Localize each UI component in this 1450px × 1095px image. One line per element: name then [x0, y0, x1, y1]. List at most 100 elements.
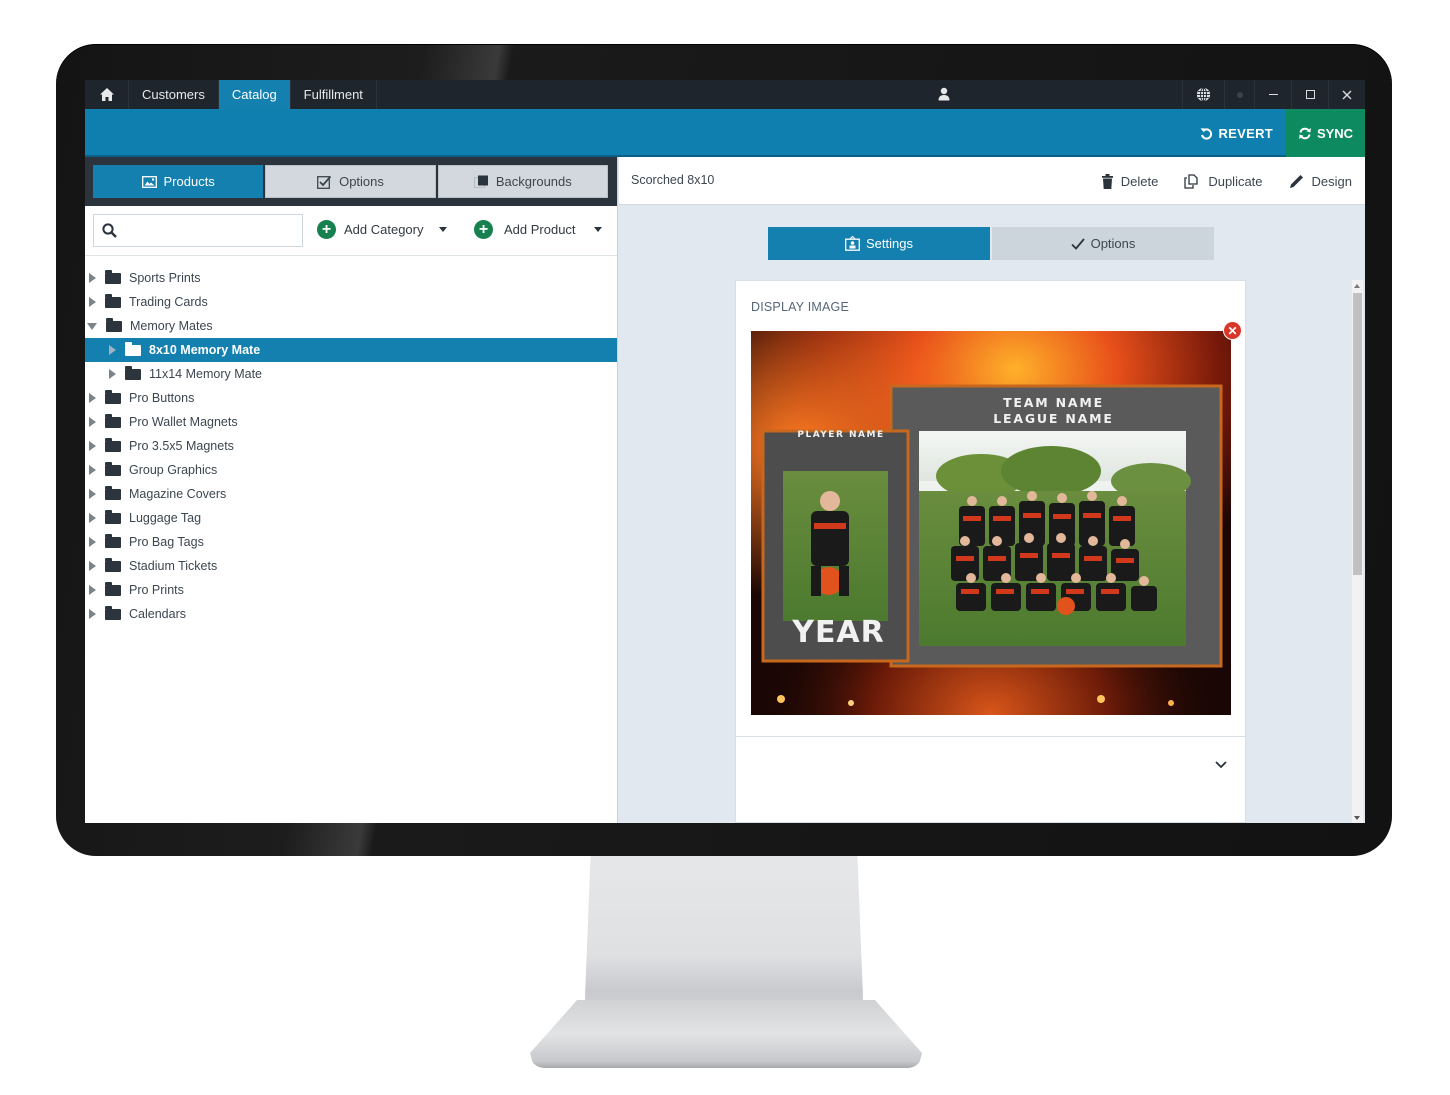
expand-arrow-icon[interactable]: [109, 345, 116, 355]
sync-button[interactable]: SYNC: [1286, 109, 1365, 157]
tree-item[interactable]: Stadium Tickets: [85, 554, 617, 578]
tree-item[interactable]: Pro Prints: [85, 578, 617, 602]
add-category-button[interactable]: + Add Category: [317, 220, 447, 239]
tab-products-label: Products: [163, 174, 215, 189]
tree-item[interactable]: Pro 3.5x5 Magnets: [85, 434, 617, 458]
catalog-search: [93, 214, 303, 247]
checkbox-icon: [317, 175, 332, 189]
display-image-card: DISPLAY IMAGE TEAM NAME LEAGUE NAME PLAY…: [735, 280, 1246, 823]
settings-badge-icon: [845, 236, 860, 251]
tab-product-options[interactable]: Options: [992, 227, 1214, 260]
remove-image-button[interactable]: ✕: [1223, 321, 1242, 340]
year-text: YEAR: [792, 615, 885, 650]
card-divider: [736, 736, 1245, 737]
home-button[interactable]: [85, 80, 129, 109]
tab-options-label: Options: [339, 174, 384, 189]
delete-button[interactable]: Delete: [1101, 173, 1158, 189]
caret-down-icon: [438, 227, 447, 232]
tree-item[interactable]: Trading Cards: [85, 290, 617, 314]
nav-tab-catalog[interactable]: Catalog: [218, 80, 291, 109]
window-controls: [1182, 80, 1365, 109]
folder-icon: [105, 485, 121, 500]
collapse-arrow-icon[interactable]: [87, 322, 97, 330]
expand-arrow-icon[interactable]: [89, 561, 96, 571]
revert-label: REVERT: [1218, 125, 1273, 141]
duplicate-button[interactable]: Duplicate: [1184, 173, 1263, 189]
duplicate-icon: [1184, 173, 1198, 189]
folder-icon: [105, 269, 121, 284]
tree-item[interactable]: 11x14 Memory Mate: [85, 362, 617, 386]
expand-arrow-icon[interactable]: [89, 513, 96, 523]
folder-icon: [125, 341, 141, 356]
tree-item[interactable]: Group Graphics: [85, 458, 617, 482]
tree-item[interactable]: Pro Buttons: [85, 386, 617, 410]
tree-item[interactable]: Sports Prints: [85, 266, 617, 290]
expand-arrow-icon[interactable]: [89, 297, 96, 307]
nav-tab-fulfillment[interactable]: Fulfillment: [291, 80, 377, 109]
tree-item[interactable]: Memory Mates: [85, 314, 617, 338]
revert-button[interactable]: REVERT: [1200, 109, 1273, 157]
tree-item[interactable]: Pro Wallet Magnets: [85, 410, 617, 434]
tree-item-label: Calendars: [129, 607, 186, 621]
tree-item-label: Pro 3.5x5 Magnets: [129, 439, 234, 453]
expand-arrow-icon[interactable]: [89, 273, 96, 283]
expand-arrow-icon[interactable]: [89, 537, 96, 547]
search-input[interactable]: [123, 223, 302, 238]
expand-arrow-icon[interactable]: [89, 393, 96, 403]
tree-item-label: Pro Prints: [129, 583, 184, 597]
tab-settings-label: Settings: [866, 236, 913, 251]
expand-arrow-icon[interactable]: [89, 417, 96, 427]
add-product-button[interactable]: + Add Product: [474, 220, 602, 239]
tree-item[interactable]: Magazine Covers: [85, 482, 617, 506]
product-actions: Delete Duplicate Design: [1101, 157, 1352, 205]
tree-item-label: Sports Prints: [129, 271, 201, 285]
memory-mate-preview-image: [751, 331, 1231, 715]
user-icon: [938, 87, 950, 101]
globe-icon: [1196, 87, 1211, 102]
expand-section-button[interactable]: [1215, 756, 1227, 774]
maximize-button[interactable]: [1291, 80, 1328, 109]
tab-backgrounds[interactable]: Backgrounds: [437, 165, 608, 198]
tab-settings[interactable]: Settings: [768, 227, 990, 260]
catalog-sidebar: Products Options Backgrounds + Add Categ…: [85, 157, 618, 823]
scroll-up-icon[interactable]: [1354, 284, 1360, 288]
tab-options[interactable]: Options: [265, 165, 436, 198]
folder-icon: [105, 605, 121, 620]
expand-arrow-icon[interactable]: [89, 441, 96, 451]
design-button[interactable]: Design: [1289, 174, 1352, 189]
user-menu-button[interactable]: [938, 87, 950, 106]
close-button[interactable]: [1328, 80, 1365, 109]
tree-item[interactable]: Pro Bag Tags: [85, 530, 617, 554]
catalog-tabs: Products Options Backgrounds: [85, 157, 617, 206]
tree-item[interactable]: Luggage Tag: [85, 506, 617, 530]
expand-arrow-icon[interactable]: [89, 489, 96, 499]
minimize-button[interactable]: [1254, 80, 1291, 109]
product-marketing-mockup: Customers Catalog Fulfillment REVERT SYN…: [0, 0, 1450, 1095]
tree-item-label: Memory Mates: [130, 319, 213, 333]
tree-item-selected[interactable]: 8x10 Memory Mate: [85, 338, 617, 362]
expand-arrow-icon[interactable]: [89, 585, 96, 595]
language-button[interactable]: [1182, 80, 1224, 109]
tree-item[interactable]: Calendars: [85, 602, 617, 626]
folder-icon: [105, 533, 121, 548]
expand-arrow-icon[interactable]: [89, 609, 96, 619]
display-image-preview[interactable]: TEAM NAME LEAGUE NAME PLAYER NAME YEAR: [751, 331, 1231, 715]
expand-arrow-icon[interactable]: [89, 465, 96, 475]
tree-item-label: Pro Buttons: [129, 391, 195, 405]
product-subtabs: Settings Options: [768, 227, 1214, 260]
product-header: Scorched 8x10 Delete Duplicate Design: [619, 157, 1365, 205]
expand-arrow-icon[interactable]: [109, 369, 116, 379]
nav-tab-customers[interactable]: Customers: [129, 80, 219, 109]
vertical-scrollbar[interactable]: [1352, 280, 1363, 823]
trash-icon: [1101, 173, 1113, 189]
minimize-icon: [1268, 93, 1278, 96]
tab-products[interactable]: Products: [93, 165, 264, 198]
folder-icon: [105, 461, 121, 476]
scroll-thumb[interactable]: [1353, 293, 1362, 575]
team-name-text: TEAM NAME: [1003, 395, 1104, 410]
maximize-icon: [1305, 90, 1315, 99]
scroll-down-icon[interactable]: [1354, 816, 1360, 820]
folder-icon: [105, 413, 121, 428]
folder-icon: [105, 581, 121, 596]
tree-item-label: Magazine Covers: [129, 487, 227, 501]
